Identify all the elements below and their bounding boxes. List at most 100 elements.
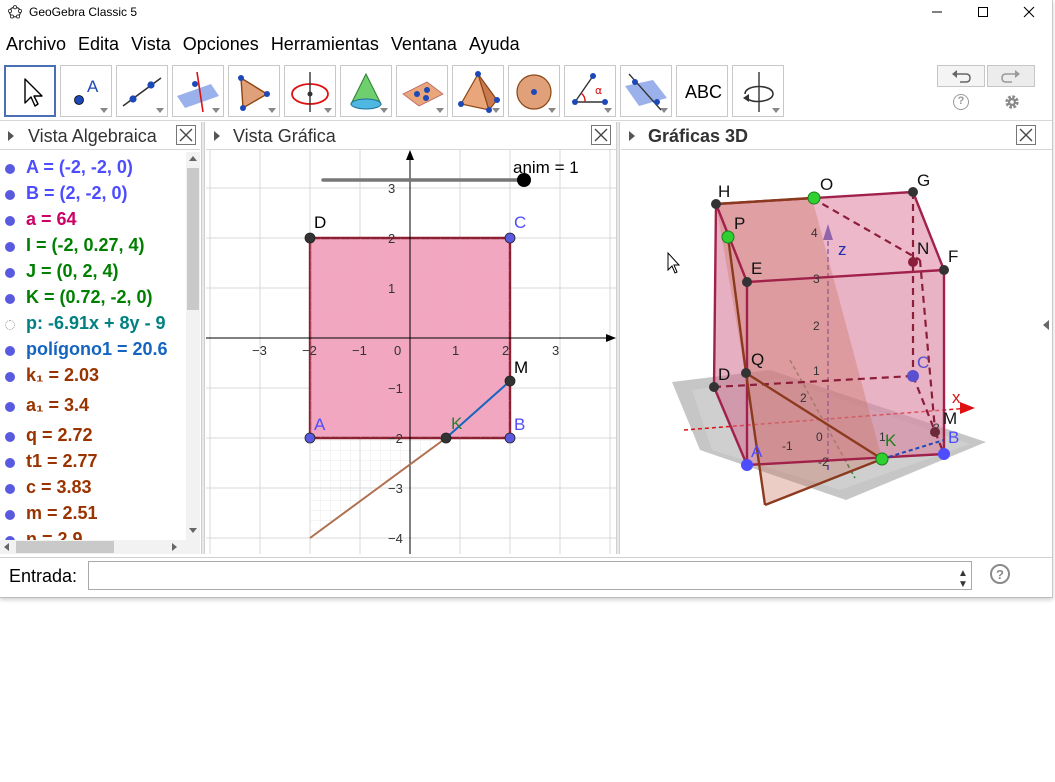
close-icon [179, 128, 193, 142]
visibility-toggle[interactable] [5, 320, 15, 330]
input-help-button[interactable]: ? [990, 564, 1010, 584]
perpendicular-line-tool-button[interactable] [172, 65, 224, 117]
visibility-toggle[interactable] [5, 268, 15, 278]
visibility-toggle[interactable] [5, 432, 15, 442]
point-tool-button[interactable]: A [60, 65, 112, 117]
close-window-button[interactable] [1006, 0, 1052, 24]
svg-text:4: 4 [811, 226, 818, 240]
menu-herramientas[interactable]: Herramientas [265, 30, 385, 58]
menu-archivo[interactable]: Archivo [0, 30, 72, 58]
point-label-a: A [314, 415, 326, 434]
toolbar-help-button[interactable]: ? [953, 94, 969, 110]
x-tick-label: −3 [252, 343, 267, 358]
text-tool-button[interactable]: ABC [676, 65, 728, 117]
polygon-tool-button[interactable] [228, 65, 280, 117]
scroll-right-arrow-icon[interactable] [172, 543, 177, 551]
point-f-3d[interactable] [939, 265, 949, 275]
point-label-m: M [514, 358, 528, 377]
scroll-down-arrow-icon[interactable] [189, 528, 197, 533]
slider-label: anim = 1 [513, 158, 579, 177]
collapse-arrow-icon[interactable] [8, 131, 14, 141]
y-tick-label: 3 [388, 181, 395, 196]
visibility-toggle[interactable] [5, 294, 15, 304]
scroll-up-arrow-icon[interactable] [189, 156, 197, 161]
point-b[interactable] [504, 432, 516, 444]
point-m[interactable] [504, 375, 516, 387]
point-label-d: D [314, 213, 326, 232]
visibility-toggle[interactable] [5, 216, 15, 226]
graphics-view-canvas[interactable]: −3 −2 −1 0 1 2 3 3 2 1 −1 −2 −3 −4 anim = 1 A B C D M K [206, 150, 616, 554]
point-b-3d[interactable] [938, 448, 950, 460]
point-m-3d[interactable] [930, 427, 940, 437]
menu-ventana[interactable]: Ventana [385, 30, 463, 58]
algebra-vertical-scrollbar[interactable] [186, 152, 200, 540]
point-c[interactable] [504, 232, 516, 244]
visibility-toggle[interactable] [5, 190, 15, 200]
y-tick-label: −4 [388, 531, 403, 546]
maximize-button[interactable] [960, 0, 1006, 24]
point-label-b: B [514, 415, 525, 434]
expand-side-panel-arrow-icon[interactable] [1043, 320, 1049, 330]
point-o-3d[interactable] [807, 191, 821, 205]
visibility-toggle[interactable] [5, 372, 15, 382]
redo-button[interactable] [987, 65, 1035, 87]
svg-text:A: A [87, 77, 99, 96]
menu-vista[interactable]: Vista [125, 30, 177, 58]
svg-text:z: z [838, 240, 847, 259]
collapse-arrow-icon[interactable] [214, 131, 220, 141]
visibility-toggle[interactable] [5, 510, 15, 520]
collapse-arrow-icon[interactable] [629, 131, 635, 141]
x-tick-label: −2 [302, 343, 317, 358]
close-graphics3d-view-button[interactable] [1016, 125, 1036, 145]
x-tick-label: 0 [394, 343, 401, 358]
settings-gear-icon[interactable] [1003, 93, 1021, 111]
graphics3d-view-header: Gráficas 3D [621, 122, 1052, 150]
menu-opciones[interactable]: Opciones [177, 30, 265, 58]
point-q-3d[interactable] [741, 368, 751, 378]
scrollbar-thumb[interactable] [16, 541, 114, 553]
point-k[interactable] [440, 432, 452, 444]
input-history-dropdown-icon[interactable]: ▲ ▼ [958, 568, 968, 590]
visibility-toggle[interactable] [5, 402, 15, 412]
panel-divider[interactable] [201, 122, 205, 554]
svg-text:G: G [917, 171, 930, 190]
point-k-3d[interactable] [875, 452, 889, 466]
line-tool-button[interactable] [116, 65, 168, 117]
scroll-left-arrow-icon[interactable] [4, 543, 9, 551]
scrollbar-thumb[interactable] [187, 168, 199, 310]
point-a[interactable] [304, 432, 316, 444]
menu-ayuda[interactable]: Ayuda [463, 30, 526, 58]
visibility-toggle[interactable] [5, 346, 15, 356]
graphics3d-view-canvas[interactable]: 4 3 2 1 2 0 -1 -2 1 2 [621, 150, 1052, 554]
input-field[interactable] [88, 561, 972, 590]
visibility-toggle[interactable] [5, 242, 15, 252]
angle-tool-button[interactable]: α [564, 65, 616, 117]
close-algebra-view-button[interactable] [176, 125, 196, 145]
pyramid-tool-button[interactable] [452, 65, 504, 117]
mouse-cursor-icon [667, 251, 681, 274]
cone-tool-button[interactable] [340, 65, 392, 117]
svg-text:O: O [820, 175, 833, 194]
visibility-toggle[interactable] [5, 458, 15, 468]
svg-text:1: 1 [813, 364, 820, 378]
minimize-button[interactable] [914, 0, 960, 24]
rotate-view-tool-button[interactable] [732, 65, 784, 117]
circle-tool-button[interactable] [284, 65, 336, 117]
visibility-toggle[interactable] [5, 164, 15, 174]
move-tool-button[interactable] [4, 65, 56, 117]
point-e-3d[interactable] [742, 277, 752, 287]
point-n-3d[interactable] [908, 257, 918, 267]
close-graphics-view-button[interactable] [591, 125, 611, 145]
svg-text:K: K [885, 431, 897, 450]
sphere-tool-button[interactable] [508, 65, 560, 117]
plane-tool-button[interactable] [396, 65, 448, 117]
svg-text:2: 2 [813, 319, 820, 333]
algebra-horizontal-scrollbar[interactable] [0, 540, 200, 554]
point-p-3d[interactable] [721, 230, 735, 244]
undo-button[interactable] [937, 65, 985, 87]
menu-edita[interactable]: Edita [72, 30, 125, 58]
panel-divider[interactable] [616, 122, 620, 554]
point-d[interactable] [304, 232, 316, 244]
visibility-toggle[interactable] [5, 484, 15, 494]
reflect-tool-button[interactable] [620, 65, 672, 117]
